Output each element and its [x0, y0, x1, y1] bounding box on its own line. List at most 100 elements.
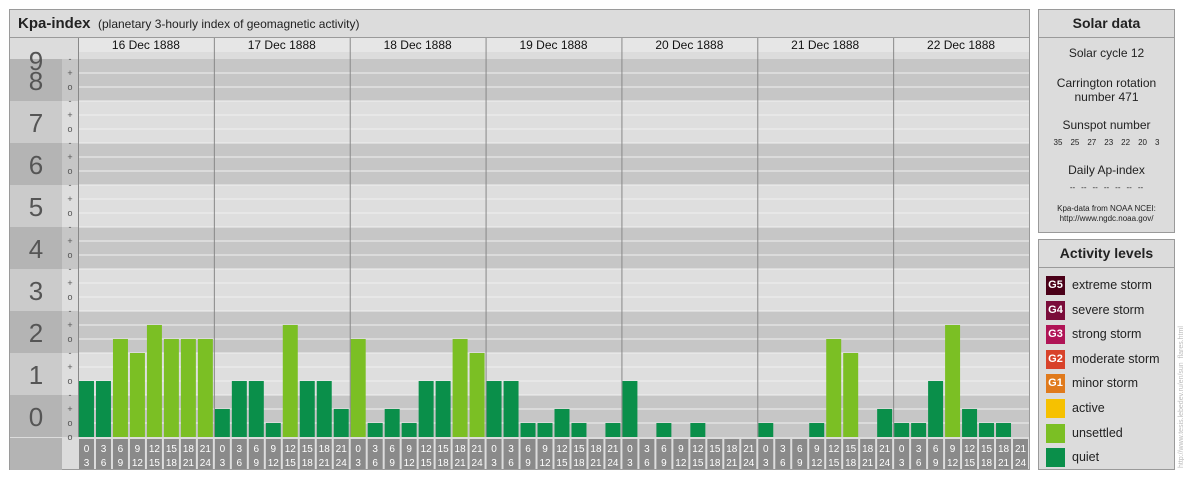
sunspot-value: 22: [1121, 138, 1131, 147]
activity-level-strong-storm: G3 strong storm: [1046, 325, 1174, 345]
ap-title: Daily Ap-index: [1068, 163, 1145, 177]
interval-end: 18: [438, 458, 450, 469]
day-label: 17 Dec 1888: [248, 38, 316, 52]
interval-start: 0: [220, 444, 226, 455]
interval-end: 9: [389, 458, 395, 469]
activity-level-extreme-storm: G5 extreme storm: [1046, 276, 1174, 296]
kpa-bar: [180, 339, 196, 437]
sunspot-value: 27: [1087, 138, 1097, 147]
interval-end: 18: [573, 458, 585, 469]
activity-level-unsettled: unsettled: [1046, 423, 1174, 444]
kpa-bar: [622, 381, 638, 437]
interval-start: 6: [661, 444, 667, 455]
kpa-bar: [979, 423, 995, 437]
activity-level-active: active: [1046, 399, 1174, 419]
interval-start: 3: [644, 444, 650, 455]
kpa-bar: [877, 408, 893, 437]
interval-end: 24: [743, 458, 755, 469]
minor-tick-label: o: [67, 124, 72, 134]
interval-end: 15: [692, 458, 704, 469]
minor-tick-label: -: [69, 138, 72, 148]
interval-start: 0: [627, 444, 633, 455]
kpa-bar: [197, 339, 213, 437]
chart-title: Kpa-index: [18, 15, 91, 32]
interval-end: 18: [302, 458, 314, 469]
interval-end: 24: [200, 458, 212, 469]
interval-end: 3: [220, 458, 226, 469]
interval-start: 9: [678, 444, 684, 455]
interval-end: 9: [661, 458, 667, 469]
level-band: [10, 395, 1029, 437]
interval-start: 6: [525, 444, 531, 455]
kpa-bar: [248, 381, 264, 437]
interval-start: 9: [406, 444, 412, 455]
interval-end: 21: [998, 458, 1010, 469]
minor-tick-label: +: [67, 320, 72, 330]
interval-end: 6: [372, 458, 378, 469]
interval-start: 3: [101, 444, 107, 455]
interval-start: 21: [743, 444, 755, 455]
kpa-bar: [605, 423, 621, 437]
interval-end: 6: [644, 458, 650, 469]
interval-start: 15: [166, 444, 178, 455]
interval-end: 24: [1015, 458, 1027, 469]
interval-end: 6: [508, 458, 514, 469]
sunspot-value: 35: [1053, 138, 1063, 147]
interval-start: 21: [336, 444, 348, 455]
level-swatch: G2: [1046, 349, 1065, 369]
interval-end: 3: [355, 458, 361, 469]
interval-start: 12: [285, 444, 297, 455]
interval-end: 3: [491, 458, 497, 469]
activity-level-moderate-storm: G2 moderate storm: [1046, 349, 1174, 370]
level-band: [10, 185, 1029, 227]
minor-tick-label: +: [67, 152, 72, 162]
level-band: [10, 311, 1029, 353]
interval-end: 3: [899, 458, 905, 469]
interval-end: 18: [845, 458, 857, 469]
activity-level-quiet: quiet: [1046, 448, 1174, 468]
kpa-chart-panel: Kpa-index (planetary 3-hourly index of g…: [9, 9, 1030, 470]
level-label: unsettled: [1072, 425, 1123, 440]
level-label: minor storm: [1072, 376, 1138, 391]
kpa-bar: [503, 381, 519, 437]
level-swatch: G4: [1046, 300, 1065, 320]
interval-end: 3: [763, 458, 769, 469]
minor-tick-label: -: [69, 306, 72, 316]
level-swatch: [1046, 399, 1065, 418]
interval-start: 12: [828, 444, 840, 455]
kpa-bar: [962, 408, 978, 437]
kpa-bar: [418, 381, 434, 437]
interval-end: 12: [811, 458, 823, 469]
kpa-bar: [265, 423, 281, 437]
interval-start: 0: [899, 444, 905, 455]
minor-tick-label: +: [67, 236, 72, 246]
sunspot-value: 23: [1104, 138, 1114, 147]
interval-start: 15: [845, 444, 857, 455]
y-tick-label: 6: [29, 150, 43, 180]
day-label: 18 Dec 1888: [384, 38, 452, 52]
level-band: [10, 353, 1029, 395]
interval-start: 18: [998, 444, 1010, 455]
y-tick-label: 4: [29, 234, 43, 264]
interval-start: 0: [763, 444, 769, 455]
level-label: moderate storm: [1072, 351, 1160, 366]
interval-end: 6: [780, 458, 786, 469]
minor-tick-label: o: [67, 292, 72, 302]
interval-end: 12: [539, 458, 551, 469]
activity-level-severe-storm: G4 severe storm: [1046, 300, 1174, 321]
interval-start: 9: [135, 444, 141, 455]
y-tick-label: 1: [29, 360, 43, 390]
interval-start: 9: [814, 444, 820, 455]
kpa-bar: [282, 324, 298, 437]
interval-end: 12: [268, 458, 280, 469]
y-tick-label: 5: [29, 192, 43, 222]
interval-end: 12: [675, 458, 687, 469]
y-tick-label: 7: [29, 108, 43, 138]
carrington-line2: number 471: [1074, 90, 1139, 104]
ap-value: --: [1069, 183, 1076, 192]
y-tick-label: 2: [29, 318, 43, 348]
interval-end: 9: [525, 458, 531, 469]
ap-value: --: [1081, 183, 1087, 192]
level-swatch: G3: [1046, 325, 1065, 345]
interval-start: 21: [200, 444, 212, 455]
